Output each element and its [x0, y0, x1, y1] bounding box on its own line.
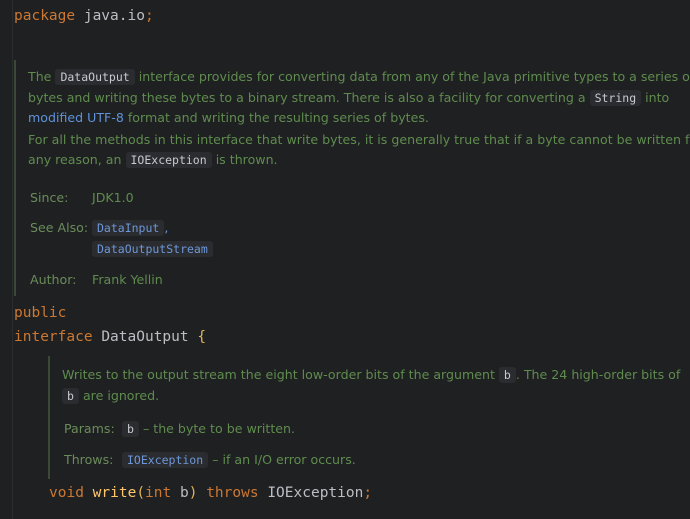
method-doc-border: [48, 356, 50, 479]
since-value: JDK1.0: [92, 190, 134, 205]
doc-text: void: [49, 485, 84, 501]
method-doc-line: b are ignored.: [62, 388, 159, 403]
modified-utf8-link[interactable]: modified UTF-8: [28, 110, 124, 125]
method-declaration: void write(int b) throws IOException;: [49, 485, 372, 501]
class-doc-line: bytes and writing these bytes to a binar…: [28, 90, 669, 105]
doc-text: { "package_line":{"keyword":"package","n…: [0, 0, 690, 519]
doc-text: are ignored.: [83, 388, 159, 403]
doc-text: ;: [363, 485, 372, 501]
doc-text: (: [136, 485, 145, 501]
author-row: Author:Frank Yellin: [30, 272, 163, 287]
doc-text: throws: [206, 485, 258, 501]
see-also-row: DataOutputStream: [92, 241, 213, 256]
method-doc-line: Writes to the output stream the eight lo…: [62, 367, 680, 382]
doc-text: into: [645, 90, 669, 105]
doc-text: Throws:: [64, 452, 122, 467]
class-doc-line: For all the methods in this interface th…: [28, 132, 690, 147]
doc-text: For all the methods in this interface th…: [28, 132, 690, 147]
doc-text: any reason, an: [28, 152, 121, 167]
doc-text: DataOutput: [101, 329, 188, 345]
doc-text: . The 24 high-order bits of: [516, 367, 680, 382]
package-statement: package java.io;: [14, 8, 154, 24]
doc-text: Frank Yellin: [92, 272, 163, 287]
code-dataoutput: DataOutput: [55, 69, 134, 85]
keyword: package: [14, 8, 75, 24]
see-datainput-link[interactable]: DataInput: [92, 220, 164, 236]
code-string: String: [590, 90, 642, 106]
interface-declaration: interface DataOutput {: [14, 329, 206, 345]
doc-text: ,: [164, 220, 168, 235]
doc-text: write: [93, 485, 137, 501]
see-also-row: See Also:DataInput,: [30, 220, 168, 235]
class-doc-line: modified UTF-8 format and writing the re…: [28, 110, 429, 125]
doc-text: bytes and writing these bytes to a binar…: [28, 90, 586, 105]
doc-border: [14, 60, 16, 296]
doc-text: Since:: [30, 190, 92, 205]
ioexception-link[interactable]: IOException: [122, 452, 208, 468]
see-dataoutputstream-link[interactable]: DataOutputStream: [92, 241, 213, 257]
class-doc-line: The DataOutput interface provides for co…: [28, 69, 690, 84]
doc-text: ): [189, 485, 198, 501]
semicolon: ;: [145, 8, 154, 24]
doc-text: – if an I/O error occurs.: [212, 452, 356, 467]
throws-row: Throws:IOException – if an I/O error occ…: [64, 452, 356, 467]
doc-text: public: [14, 305, 66, 321]
public-modifier: public: [14, 305, 66, 321]
doc-text: Author:: [30, 272, 92, 287]
class-doc-line: any reason, an IOException is thrown.: [28, 152, 278, 167]
doc-text: Writes to the output stream the eight lo…: [62, 367, 495, 382]
doc-text: {: [197, 329, 206, 345]
doc-text: The: [28, 69, 51, 84]
inline-code: b: [62, 388, 79, 404]
doc-text: is thrown.: [216, 152, 278, 167]
params-row: Params:b – the byte to be written.: [64, 421, 295, 436]
package-name: java.io: [84, 8, 145, 24]
doc-text: IOException: [267, 485, 363, 501]
doc-text: See Also:: [30, 220, 92, 235]
indent-guide: [12, 0, 13, 519]
doc-text: b: [180, 485, 189, 501]
doc-text: interface provides for converting data f…: [139, 69, 690, 84]
doc-text: Params:: [64, 421, 122, 436]
doc-text: int: [145, 485, 171, 501]
inline-code: b: [122, 421, 139, 437]
inline-code: b: [499, 367, 516, 383]
doc-text: interface: [14, 329, 93, 345]
since-row: Since:JDK1.0: [30, 190, 134, 205]
doc-text: – the byte to be written.: [143, 421, 295, 436]
code-ioexception: IOException: [126, 152, 212, 168]
doc-text: format and writing the resulting series …: [128, 110, 429, 125]
